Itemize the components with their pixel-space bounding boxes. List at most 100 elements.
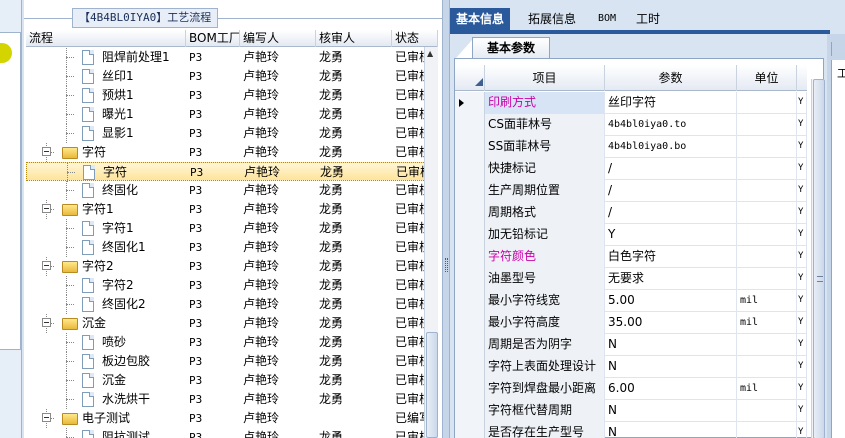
grid-cell-param[interactable]: 无要求 [605,268,737,290]
tree-row[interactable]: 字符2 P3 卢艳玲 龙勇 已审核 [26,276,426,295]
grid-row[interactable]: 字符颜色 白色字符 Y [455,246,807,268]
tree-scrollbar[interactable]: ▲ [424,47,438,438]
row-header[interactable] [455,268,485,290]
grid-row[interactable]: 字符到焊盘最小距离 6.00 mil Y [455,378,807,400]
tree-folder-row[interactable]: 电子测试 P3 卢艳玲 已编写 [26,409,426,428]
row-header[interactable] [455,356,485,378]
panel-splitter[interactable] [442,0,450,438]
tree-row[interactable]: 沉金 P3 卢艳玲 龙勇 已审核 [26,371,426,390]
grid-cell-unit[interactable] [737,400,797,422]
grid-cell-param[interactable]: 35.00 [605,312,737,334]
tree-row[interactable]: 预烘1 P3 卢艳玲 龙勇 已审核 [26,86,426,105]
column-header-process[interactable]: 流程 [26,30,186,47]
grid-row[interactable]: 周期是否为阴字 N Y [455,334,807,356]
grid-cell-param[interactable]: Y [605,224,737,246]
tree-folder-row[interactable]: 沉金 P3 卢艳玲 龙勇 已审核 [26,314,426,333]
grid-row[interactable]: SS面菲林号 4b4bl0iya0.bo Y [455,136,807,158]
tab-extended-info[interactable]: 拓展信息 [522,8,582,30]
grid-cell-unit[interactable] [737,356,797,378]
grid-row[interactable]: 字符上表面处理设计 N Y [455,356,807,378]
grid-cell-unit[interactable] [737,92,797,114]
grid-cell-unit[interactable] [737,158,797,180]
column-header-unit[interactable]: 单位 [737,65,797,91]
collapse-toggle-icon[interactable] [42,204,51,213]
tree-folder-row[interactable]: 字符1 P3 卢艳玲 龙勇 已审核 [26,200,426,219]
grid-row[interactable]: 是否存在生产型号 N Y [455,422,807,438]
collapse-toggle-icon[interactable] [42,147,51,156]
tree-row[interactable]: 丝印1 P3 卢艳玲 龙勇 已审核 [26,67,426,86]
collapse-toggle-icon[interactable] [42,261,51,270]
tree-scroll-thumb[interactable] [426,332,438,438]
tree-row[interactable]: 喷砂 P3 卢艳玲 龙勇 已审核 [26,333,426,352]
row-header[interactable] [455,312,485,334]
column-header-reviewer[interactable]: 核审人 [316,30,392,47]
grid-cell-param[interactable]: 4b4bl0iya0.bo [605,136,737,158]
grid-cell-unit[interactable] [737,246,797,268]
grid-cell-unit[interactable]: mil [737,378,797,400]
row-header[interactable] [455,180,485,202]
tab-work-hours[interactable]: 工时 [630,8,666,30]
grid-scrollbar[interactable] [811,79,825,438]
tree-row[interactable]: 终固化1 P3 卢艳玲 龙勇 已审核 [26,238,426,257]
row-header[interactable] [455,202,485,224]
grid-scroll-thumb[interactable] [813,79,825,438]
grid-cell-unit[interactable] [737,180,797,202]
grid-cell-param[interactable]: N [605,356,737,378]
tree-row[interactable]: 终固化2 P3 卢艳玲 龙勇 已审核 [26,295,426,314]
grid-cell-param[interactable]: 白色字符 [605,246,737,268]
grid-cell-unit[interactable] [737,202,797,224]
row-header[interactable] [455,400,485,422]
tree-row[interactable]: 阻抗测试 P3 卢艳玲 龙勇 已审核 [26,428,426,438]
column-header-bom-factory[interactable]: BOM工厂 [186,30,240,47]
grid-cell-unit[interactable] [737,422,797,438]
row-header[interactable] [455,378,485,400]
grid-cell-unit[interactable] [737,136,797,158]
tree-row[interactable]: 曝光1 P3 卢艳玲 龙勇 已审核 [26,105,426,124]
row-header[interactable] [455,422,485,438]
grid-row[interactable]: 快捷标记 / Y [455,158,807,180]
tree-row[interactable]: 水洗烘干 P3 卢艳玲 龙勇 已审核 [26,390,426,409]
grid-cell-param[interactable]: N [605,422,737,438]
right-collapsed-panel[interactable] [831,60,845,438]
grid-row[interactable]: CS面菲林号 4b4bl0iya0.to Y [455,114,807,136]
row-header[interactable] [455,92,485,114]
tab-basic-info[interactable]: 基本信息 [450,8,511,30]
collapse-toggle-icon[interactable] [42,318,51,327]
grid-cell-param[interactable]: / [605,158,737,180]
grid-row[interactable]: 最小字符线宽 5.00 mil Y [455,290,807,312]
grid-row[interactable]: 周期格式 / Y [455,202,807,224]
tree-row[interactable]: 阻焊前处理1 P3 卢艳玲 龙勇 已审核 [26,48,426,67]
grid-cell-param[interactable]: / [605,202,737,224]
column-header-writer[interactable]: 编写人 [240,30,316,47]
tree-row[interactable]: 字符 P3 卢艳玲 龙勇 已审核 [26,162,427,182]
tree-row[interactable]: 显影1 P3 卢艳玲 龙勇 已审核 [26,124,426,143]
tree-row[interactable]: 终固化 P3 卢艳玲 龙勇 已审核 [26,181,426,200]
tree-folder-row[interactable]: 字符 P3 卢艳玲 龙勇 已审核 [26,143,426,162]
tree-row[interactable]: 板边包胶 P3 卢艳玲 龙勇 已审核 [26,352,426,371]
collapse-toggle-icon[interactable] [42,413,51,422]
grid-row[interactable]: 油墨型号 无要求 Y [455,268,807,290]
row-header[interactable] [455,334,485,356]
grid-cell-unit[interactable] [737,334,797,356]
tab-bom[interactable]: BOM [592,8,622,30]
scroll-up-icon[interactable]: ▲ [427,49,433,58]
splitter-grip-icon[interactable] [445,258,448,272]
grid-row[interactable]: 加无铅标记 Y Y [455,224,807,246]
grid-row[interactable]: 最小字符高度 35.00 mil Y [455,312,807,334]
grid-cell-param[interactable]: 5.00 [605,290,737,312]
grid-cell-unit[interactable] [737,268,797,290]
grid-cell-param[interactable]: 6.00 [605,378,737,400]
tree-folder-row[interactable]: 字符2 P3 卢艳玲 龙勇 已审核 [26,257,426,276]
grid-cell-unit[interactable]: mil [737,312,797,334]
grid-cell-param[interactable]: / [605,180,737,202]
grid-row[interactable]: 印刷方式 丝印字符 Y [455,92,807,114]
grid-cell-unit[interactable]: mil [737,290,797,312]
grid-row[interactable]: 字符框代替周期 N Y [455,400,807,422]
row-header[interactable] [455,246,485,268]
row-header[interactable] [455,290,485,312]
grid-cell-param[interactable]: 4b4bl0iya0.to [605,114,737,136]
row-header[interactable] [455,158,485,180]
tree-row[interactable]: 字符1 P3 卢艳玲 龙勇 已审核 [26,219,426,238]
grid-cell-param[interactable]: N [605,400,737,422]
row-header[interactable] [455,136,485,158]
